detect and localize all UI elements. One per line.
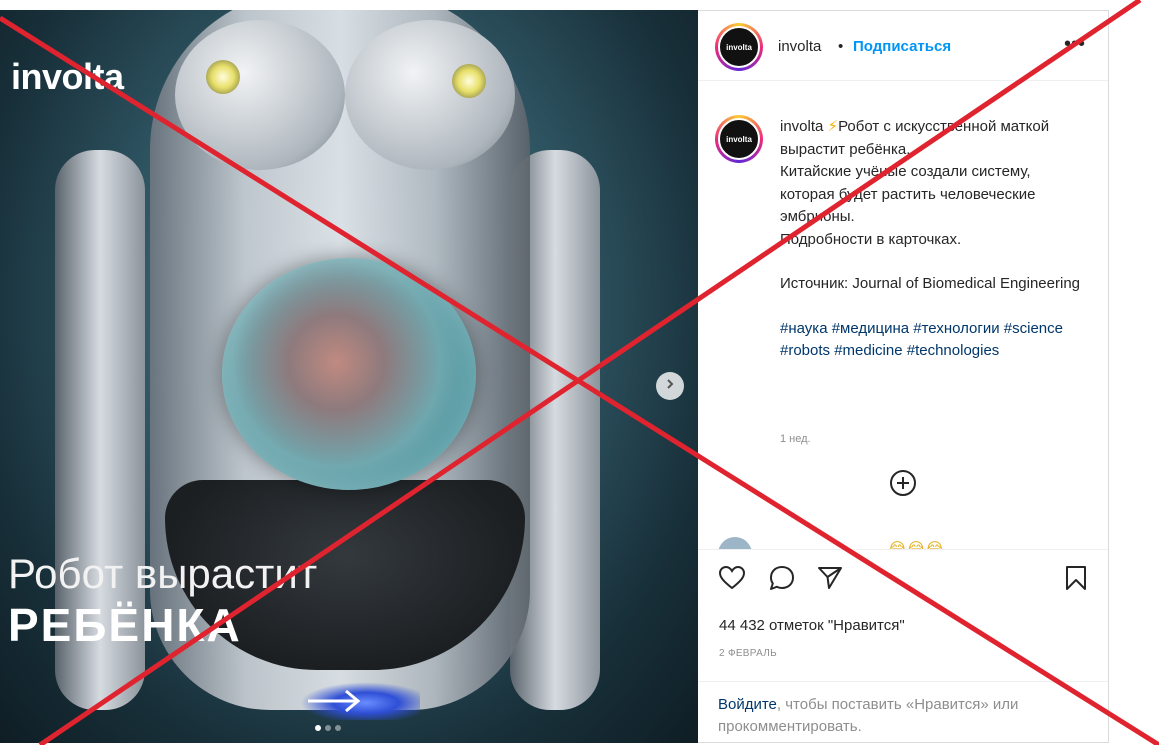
image-brand-logo: involta <box>11 56 124 97</box>
caption-username-link[interactable]: involta <box>780 118 823 135</box>
carousel-dots <box>315 725 341 731</box>
caption-first-line: involta ⚡Робот с искусственной маткой вы… <box>780 116 1080 161</box>
swipe-arrow-icon <box>300 682 420 720</box>
caption-source: Источник: Journal of Biomedical Engineer… <box>780 275 1081 292</box>
bookmark-icon[interactable] <box>1062 564 1090 592</box>
login-link[interactable]: Войдите <box>718 696 777 713</box>
send-icon[interactable] <box>816 564 844 592</box>
robot-chest-right <box>345 20 515 170</box>
comment-peek: 😂😂😂 <box>718 537 1078 549</box>
avatar[interactable]: involta <box>715 23 763 71</box>
post-date: 2 ФЕВРАЛЬ <box>719 648 777 659</box>
likes-count[interactable]: 44 432 отметок "Нравится" <box>719 617 905 634</box>
post-sidebar: involta involta • Подписаться ••• involt… <box>698 10 1109 743</box>
avatar[interactable]: involta <box>715 115 763 163</box>
carousel-dot <box>325 725 331 731</box>
follow-button[interactable]: Подписаться <box>853 38 951 55</box>
artificial-womb <box>222 258 476 490</box>
avatar <box>718 537 752 549</box>
carousel-dot-active <box>315 725 321 731</box>
robot-chest-left <box>175 20 345 170</box>
post-timestamp[interactable]: 1 нед. <box>780 433 811 445</box>
more-options-icon[interactable]: ••• <box>1064 33 1085 56</box>
post-actions <box>698 549 1108 599</box>
plus-circle-icon <box>889 470 917 501</box>
image-headline-line1: Робот вырастит <box>8 550 318 597</box>
caption-text: involta ⚡Робот с искусственной маткой вы… <box>780 116 1080 363</box>
carousel-dot <box>335 725 341 731</box>
header-username-link[interactable]: involta <box>778 38 821 55</box>
robot-light <box>452 64 486 98</box>
lightning-emoji: ⚡ <box>827 118 839 135</box>
post-caption-area: involta involta ⚡Робот с искусственной м… <box>698 81 1108 549</box>
image-headline-line2: РЕБЁНКА <box>8 599 242 651</box>
comment-icon[interactable] <box>768 564 796 592</box>
avatar-label: involta <box>718 26 760 68</box>
header-separator: • <box>838 38 844 55</box>
chevron-right-icon <box>664 377 676 395</box>
caption-line: Подробности в карточках. <box>780 230 962 248</box>
caption-hashtags[interactable]: #наука #медицина #технологии #science #r… <box>780 318 1080 363</box>
post-header: involta involta • Подписаться ••• <box>698 11 1108 81</box>
avatar-label: involta <box>718 118 760 160</box>
robot-light <box>206 60 240 94</box>
post-image[interactable]: involta Робот вырастит РЕБЁНКА <box>0 10 698 743</box>
load-more-comments-button[interactable] <box>889 469 917 497</box>
carousel-next-button[interactable] <box>656 372 684 400</box>
heart-icon[interactable] <box>718 564 746 592</box>
login-prompt: Войдите, чтобы поставить «Нравится» или … <box>698 681 1108 744</box>
comment-emoji: 😂😂😂 <box>888 539 944 549</box>
caption-line: Китайские учёные создали систему, котора… <box>780 163 1036 225</box>
